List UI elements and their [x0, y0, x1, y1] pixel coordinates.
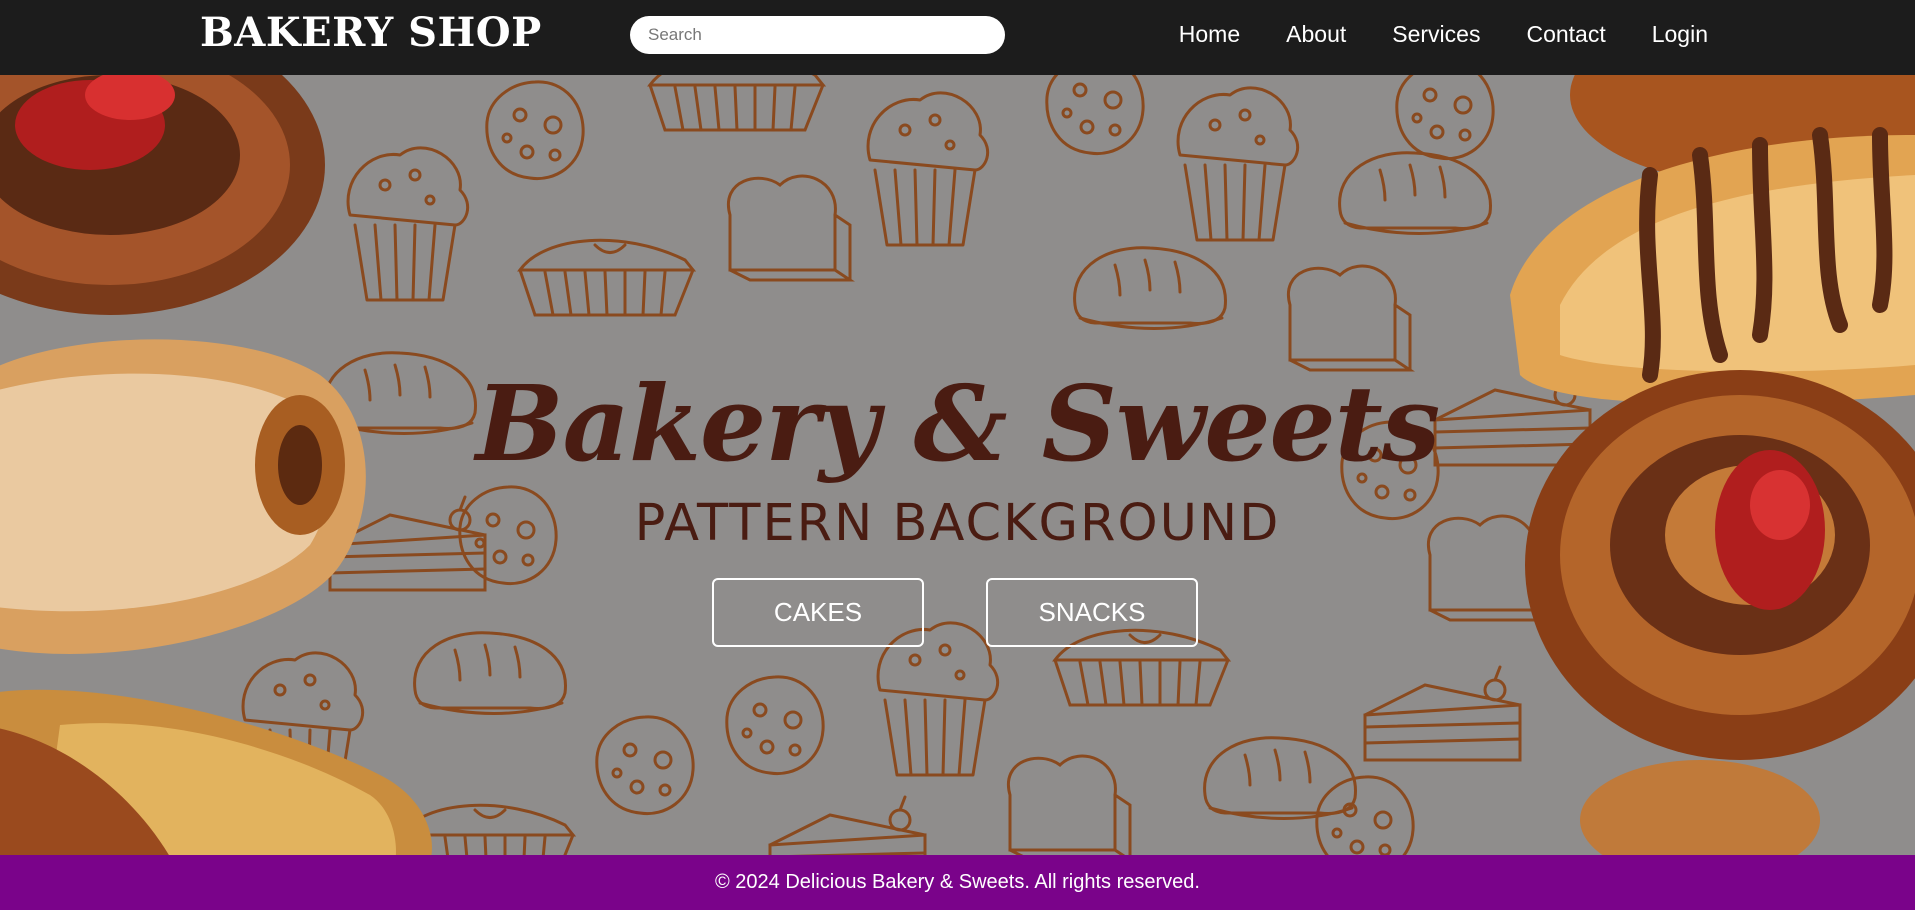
- search-input[interactable]: [630, 16, 1005, 54]
- nav-link-contact[interactable]: Contact: [1526, 21, 1605, 48]
- footer: © 2024 Delicious Bakery & Sweets. All ri…: [0, 855, 1915, 910]
- nav-link-login[interactable]: Login: [1652, 21, 1708, 48]
- snacks-button[interactable]: SNACKS: [986, 578, 1198, 647]
- nav-link-about[interactable]: About: [1286, 21, 1346, 48]
- brand-logo-text[interactable]: BAKERY SHOP: [200, 9, 542, 56]
- hero-headline: Bakery & Sweets: [475, 362, 1441, 485]
- nav-link-services[interactable]: Services: [1392, 21, 1480, 48]
- hero-section: Bakery & Sweets PATTERN BACKGROUND CAKES…: [0, 75, 1915, 855]
- hero-subheadline: PATTERN BACKGROUND: [634, 494, 1281, 553]
- nav-links: Home About Services Contact Login: [1179, 0, 1708, 68]
- top-navbar: BAKERY SHOP Home About Services Contact …: [0, 0, 1915, 75]
- cakes-button[interactable]: CAKES: [712, 578, 924, 647]
- nav-link-home[interactable]: Home: [1179, 21, 1240, 48]
- footer-copyright-text: © 2024 Delicious Bakery & Sweets. All ri…: [715, 871, 1200, 893]
